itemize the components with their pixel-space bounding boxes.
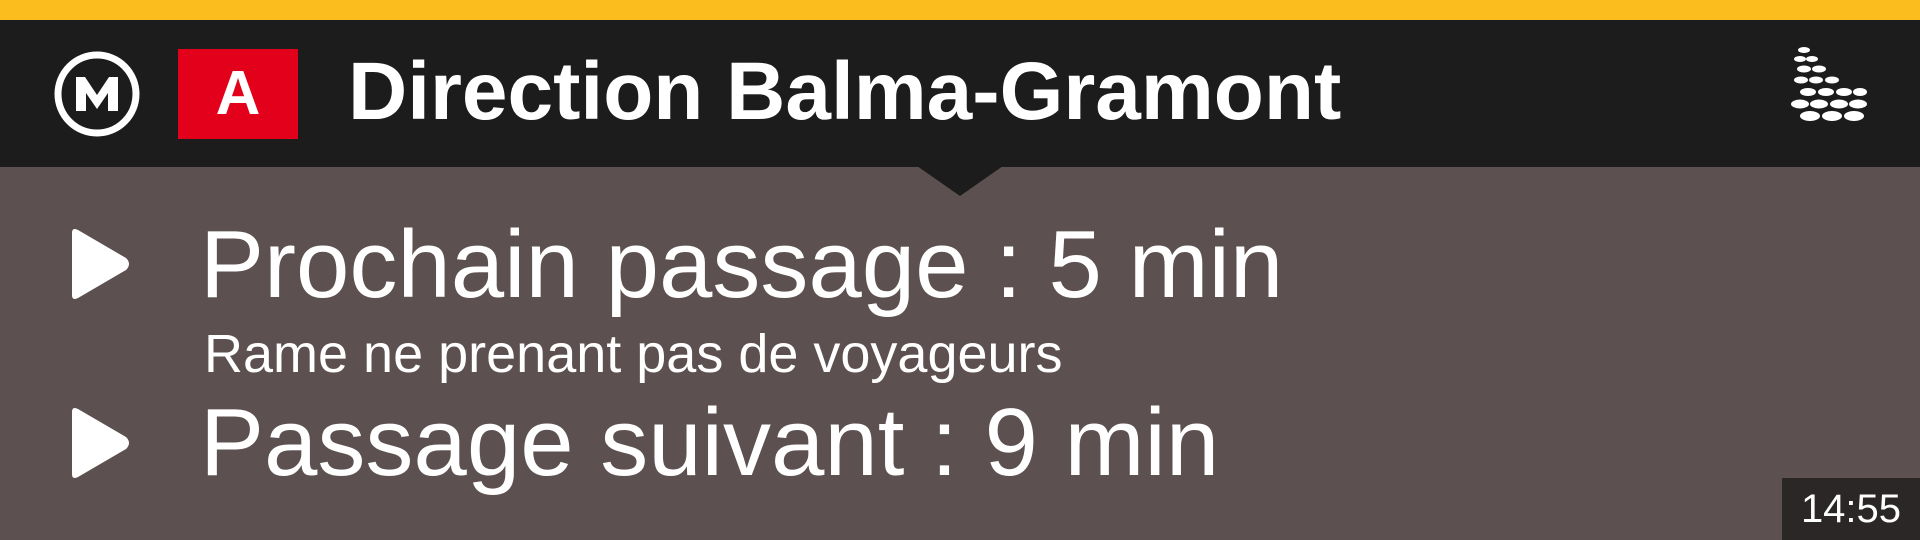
next-departure-text: Prochain passage : 5 min <box>200 211 1284 318</box>
metro-m-icon <box>54 51 140 137</box>
passenger-info-display: A Direction Balma-Gramont Prochain passa… <box>0 0 1920 540</box>
departure-note: Rame ne prenant pas de voyageurs <box>204 324 1063 384</box>
clock: 14:55 <box>1782 478 1920 540</box>
line-badge: A <box>178 49 298 139</box>
play-arrow-icon <box>72 408 129 478</box>
direction-title: Direction Balma-Gramont <box>348 46 1342 137</box>
following-departure-text: Passage suivant : 9 min <box>200 389 1220 496</box>
header-bar: A Direction Balma-Gramont <box>0 20 1920 167</box>
header-pointer <box>917 166 1003 196</box>
operator-logo-icon <box>1791 47 1867 121</box>
play-arrow-icon <box>72 229 129 299</box>
accent-strip <box>0 0 1920 20</box>
